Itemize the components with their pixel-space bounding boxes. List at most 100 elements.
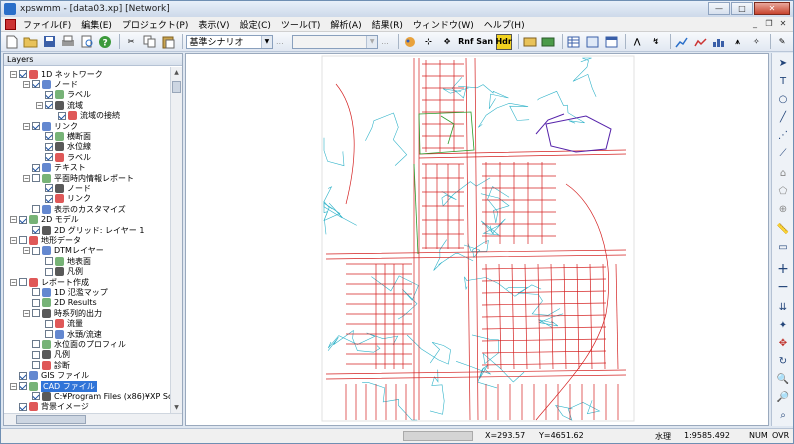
layer-row[interactable]: 背景イメージ (10, 402, 89, 412)
layer-visibility-checkbox[interactable] (45, 132, 53, 141)
layer-visibility-checkbox[interactable] (32, 174, 40, 182)
edit-attributes-icon[interactable] (540, 34, 556, 50)
table-icon[interactable] (566, 34, 582, 50)
layer-row[interactable]: 凡例 (36, 267, 83, 277)
expand-toggle[interactable]: − (10, 70, 17, 78)
print-preview-icon[interactable] (79, 34, 95, 50)
layer-row[interactable]: − 地形データ (10, 235, 81, 245)
expand-toggle[interactable]: − (23, 174, 30, 182)
layer-visibility-checkbox[interactable] (45, 319, 53, 328)
layer-visibility-checkbox[interactable] (45, 267, 53, 276)
help-icon[interactable]: ? (98, 34, 114, 50)
menu-settings[interactable]: 設定(C) (235, 18, 276, 31)
layer-row[interactable]: 水位線 (36, 142, 91, 152)
layer-row[interactable]: GIS ファイル (10, 371, 89, 381)
open-folder-icon[interactable] (23, 34, 39, 50)
layer-row[interactable]: 診断 (23, 360, 70, 370)
layer-row[interactable]: 地表面 (36, 256, 91, 266)
layers-vertical-scrollbar[interactable]: ▲ ▼ (170, 67, 182, 413)
layer-row[interactable]: 2D グリッド: レイヤー 1 (23, 225, 144, 235)
layer-row[interactable]: 流域の接続 (49, 111, 120, 121)
menu-help[interactable]: ヘルプ(H) (479, 18, 530, 31)
line-tool-icon[interactable]: ╱ (775, 109, 791, 125)
menu-file[interactable]: ファイル(F) (18, 18, 76, 31)
layer-row[interactable]: − 1D ネットワーク (10, 69, 103, 79)
layer-row[interactable]: − 平面時内情報レポート (23, 173, 134, 183)
expand-toggle[interactable]: − (10, 278, 17, 286)
layer-row[interactable]: 1D 氾濫マップ (23, 287, 108, 297)
layer-visibility-checkbox[interactable] (32, 226, 40, 234)
layer-visibility-checkbox[interactable] (32, 350, 40, 359)
pointer-icon[interactable]: ➤ (775, 55, 791, 71)
layer-visibility-checkbox[interactable] (32, 288, 40, 297)
layer-visibility-checkbox[interactable] (45, 194, 53, 203)
layer-visibility-checkbox[interactable] (32, 392, 40, 401)
layer-visibility-checkbox[interactable] (19, 215, 27, 224)
secondary-select[interactable]: ▼ (291, 34, 379, 49)
layer-visibility-checkbox[interactable] (19, 278, 27, 286)
save-icon[interactable] (41, 34, 57, 50)
print-icon[interactable] (60, 34, 76, 50)
layer-row[interactable]: リンク (36, 194, 91, 204)
zoom-in-icon[interactable]: 🔍 (775, 371, 791, 387)
refresh-icon[interactable]: ↻ (775, 353, 791, 369)
layer-visibility-checkbox[interactable] (32, 309, 40, 318)
node-tool-icon[interactable]: ⊹ (421, 34, 437, 50)
pan-icon[interactable]: ✥ (775, 335, 791, 351)
layer-row[interactable]: ラベル (36, 90, 91, 100)
menu-view[interactable]: 表示(V) (193, 18, 234, 31)
layer-visibility-checkbox[interactable] (32, 122, 40, 130)
layer-row[interactable]: テキスト (23, 163, 86, 173)
polyline-tool-icon[interactable]: ⟋ (775, 145, 791, 161)
layer-visibility-checkbox[interactable] (45, 184, 53, 193)
expand-toggle[interactable]: − (23, 122, 30, 130)
zoom-selection-icon[interactable]: ✦ (775, 317, 791, 333)
hdr-button[interactable]: Hdr (495, 33, 512, 50)
layer-row[interactable]: 水頭/流速 (36, 329, 102, 339)
scroll-thumb[interactable] (172, 81, 181, 93)
chevron-down-icon[interactable]: ▼ (260, 35, 272, 48)
layer-row[interactable]: − CAD ファイル (10, 380, 97, 392)
layer-visibility-checkbox[interactable] (45, 90, 53, 99)
zoom-all-icon[interactable]: ⇊ (775, 299, 791, 315)
layer-row[interactable]: − 2D モデル (10, 215, 79, 225)
expand-toggle[interactable]: − (23, 80, 30, 88)
graph-icon[interactable] (692, 34, 708, 50)
layer-visibility-checkbox[interactable] (45, 153, 53, 162)
layer-row[interactable]: − 流域 (36, 100, 83, 110)
network-tool-icon[interactable]: ⋀ (629, 34, 645, 50)
san-button[interactable]: San (476, 34, 493, 50)
mdi-restore-button[interactable]: ❐ (763, 18, 775, 29)
dynamic-icon[interactable]: ⩚ (730, 34, 746, 50)
expand-toggle[interactable]: − (10, 236, 17, 244)
menu-window[interactable]: ウィンドウ(W) (408, 18, 479, 31)
ruler-icon[interactable]: 📏 (775, 221, 791, 237)
maximize-button[interactable]: □ (731, 2, 753, 15)
settings-icon[interactable]: ✧ (749, 34, 765, 50)
chevron-down-icon[interactable]: ▼ (366, 35, 378, 48)
tools-icon[interactable]: ✎ (774, 34, 790, 50)
mdi-minimize-button[interactable]: _ (749, 18, 761, 29)
layer-row[interactable]: 横断面 (36, 131, 91, 141)
mdi-close-button[interactable]: ✕ (777, 18, 789, 29)
layer-visibility-checkbox[interactable] (45, 142, 53, 151)
scroll-down-icon[interactable]: ▼ (171, 402, 182, 413)
layer-row[interactable]: C:¥Program Files (x86)¥XP Solutions¥ (23, 391, 171, 401)
expand-toggle[interactable]: − (23, 309, 30, 317)
layer-visibility-checkbox[interactable] (45, 330, 53, 338)
layer-row[interactable]: 水位面のプロフィル (23, 339, 126, 349)
layer-row[interactable]: 流量 (36, 319, 83, 329)
layer-row[interactable]: ラベル (36, 152, 91, 162)
zoom-in-plus-icon[interactable]: + (775, 261, 791, 277)
menu-project[interactable]: プロジェクト(P) (117, 18, 193, 31)
layer-visibility-checkbox[interactable] (58, 111, 66, 120)
layer-visibility-checkbox[interactable] (32, 340, 40, 349)
scenario-select[interactable]: 基準シナリオ ▼ (186, 34, 273, 49)
layer-row[interactable]: − ノード (23, 79, 78, 89)
scroll-up-icon[interactable]: ▲ (171, 67, 182, 78)
minimize-button[interactable]: — (708, 2, 730, 15)
rnf-button[interactable]: Rnf (458, 34, 474, 50)
layer-visibility-checkbox[interactable] (32, 246, 40, 255)
layer-row[interactable]: 2D Results (23, 298, 97, 308)
window-icon[interactable] (604, 34, 620, 50)
